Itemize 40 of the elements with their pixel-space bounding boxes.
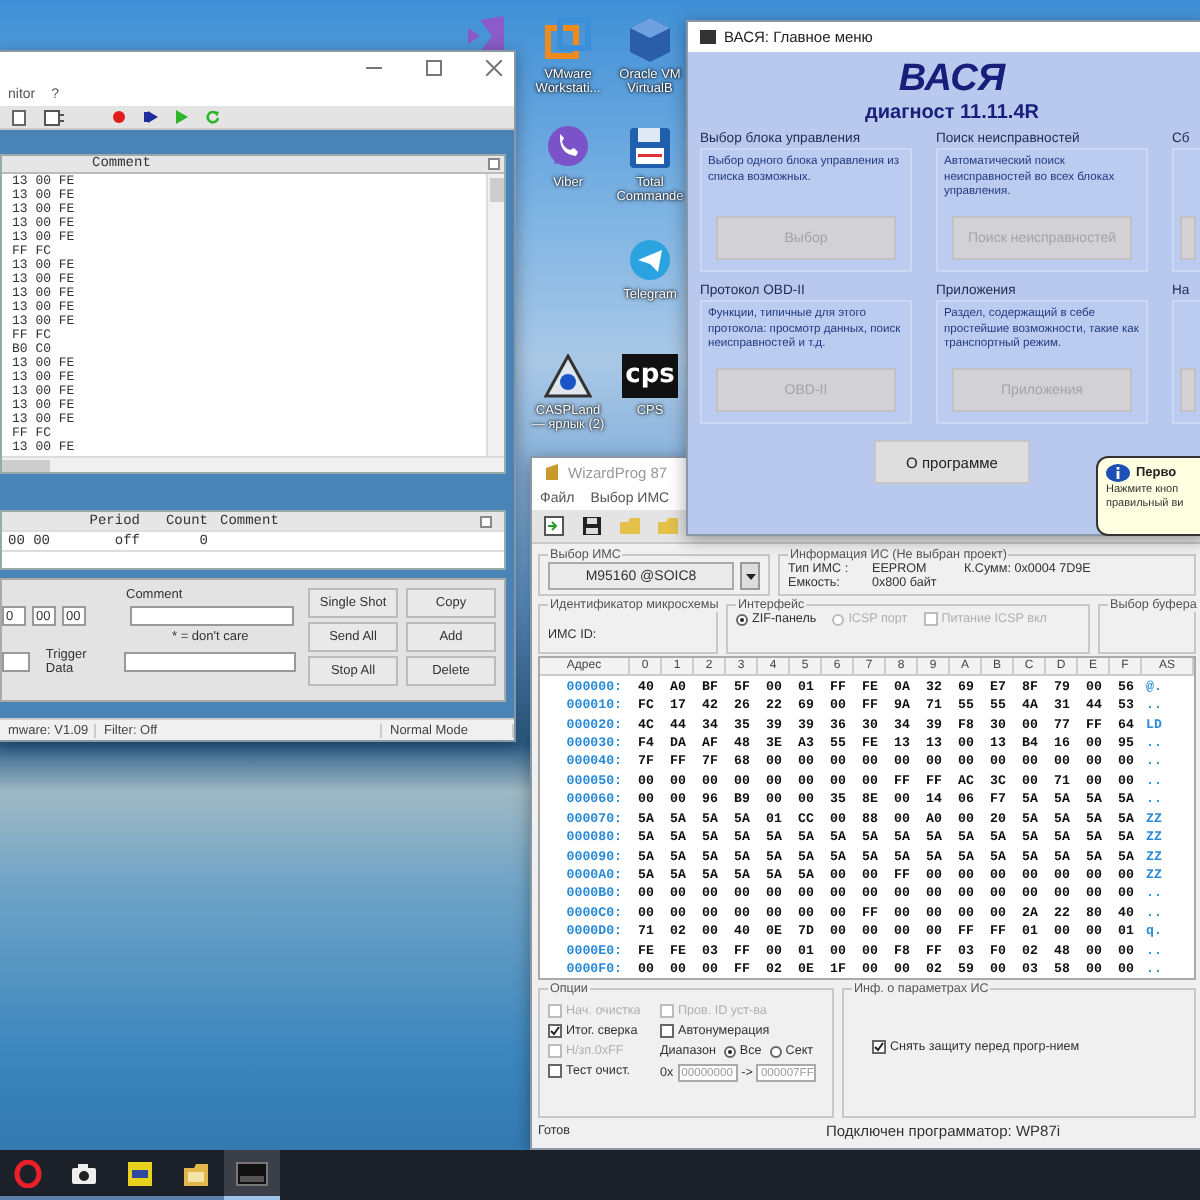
record-icon[interactable]: [112, 110, 126, 124]
checkbox[interactable]: [660, 1024, 674, 1039]
comment-field[interactable]: [130, 606, 294, 626]
column-toggle-icon[interactable]: [488, 158, 500, 170]
checkbox[interactable]: [548, 1064, 562, 1079]
column-toggle-icon[interactable]: [480, 515, 492, 527]
phone-bubble-icon[interactable]: [544, 124, 592, 172]
checkbox[interactable]: [548, 1024, 562, 1039]
app-icon: [700, 30, 716, 44]
save-icon[interactable]: [582, 516, 602, 536]
camera-icon[interactable]: [70, 1161, 98, 1185]
dropdown-button[interactable]: [740, 562, 760, 590]
cube-icon[interactable]: [628, 16, 672, 64]
radio-button[interactable]: [769, 1045, 782, 1058]
panel-icon[interactable]: [44, 109, 64, 125]
caret-icon: [745, 573, 755, 579]
radio-button[interactable]: [723, 1045, 736, 1058]
vertical-scrollbar[interactable]: [486, 174, 504, 456]
step-icon[interactable]: [144, 110, 158, 124]
taskbar-item[interactable]: [224, 1150, 280, 1200]
app-icon: [544, 464, 560, 480]
checkbox[interactable]: [872, 1040, 886, 1055]
info-icon: [1106, 464, 1130, 482]
close-icon[interactable]: [486, 59, 502, 75]
version-text: диагност 11.11.4R: [865, 100, 1039, 126]
radio-button[interactable]: [736, 613, 748, 625]
triangle-icon[interactable]: [544, 354, 592, 398]
trigger-data-field[interactable]: [123, 652, 297, 672]
window-icon[interactable]: [236, 1161, 268, 1185]
open-file-icon[interactable]: [544, 516, 564, 536]
app-name: ВАСЯ: [898, 60, 1006, 100]
paper-plane-icon[interactable]: [628, 238, 672, 282]
input-field[interactable]: [2, 652, 30, 672]
document-icon[interactable]: [12, 109, 26, 125]
ring-icon[interactable]: [14, 1159, 42, 1187]
chip-icon[interactable]: [126, 1159, 154, 1187]
cps-logo[interactable]: cps: [621, 354, 679, 398]
folder-icon[interactable]: [182, 1159, 210, 1187]
horizontal-scrollbar[interactable]: [2, 456, 504, 472]
maximize-icon[interactable]: [426, 59, 442, 75]
